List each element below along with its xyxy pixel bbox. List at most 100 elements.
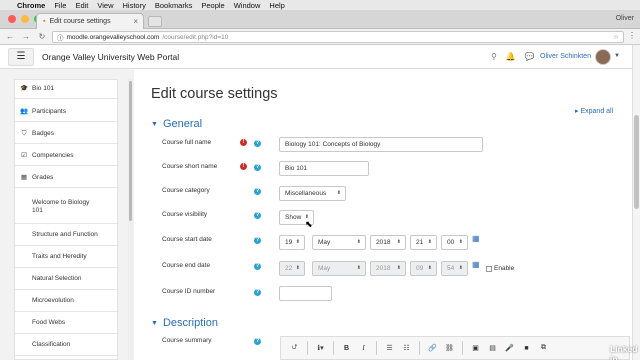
help-icon[interactable]: ?: [254, 263, 261, 270]
user-menu-name[interactable]: Oliver Schinkten: [540, 53, 591, 60]
end-minute-select[interactable]: 54 ⬍: [441, 261, 468, 276]
browser-toolbar: ← → ↻ ⓘ moodle.orangevalleyschool.com/co…: [0, 29, 640, 45]
site-name-link[interactable]: Orange Valley University Web Portal: [42, 52, 179, 62]
menu-edit[interactable]: Edit: [75, 1, 88, 10]
browser-tab[interactable]: ▪ Edit course settings ×: [36, 13, 144, 29]
site-navbar: ☰ Orange Valley University Web Portal ⚲ …: [0, 45, 632, 69]
general-section-toggle[interactable]: ▼ General: [151, 118, 202, 130]
italic-icon[interactable]: I: [356, 344, 371, 352]
sidebar-item-competencies[interactable]: ☑ Competencies: [15, 146, 119, 166]
end-month-select[interactable]: May ⬍: [312, 261, 366, 276]
info-icon[interactable]: ⓘ: [57, 32, 64, 42]
browser-menu-icon[interactable]: ⋮: [628, 31, 636, 40]
sidebar-item-label: Traits and Heredity: [32, 252, 87, 260]
page-favicon-icon: ▪: [43, 18, 46, 25]
menu-view[interactable]: View: [97, 1, 113, 10]
close-tab-icon[interactable]: ×: [133, 17, 138, 26]
video-icon[interactable]: ■: [519, 345, 534, 352]
sidebar-item-label: Food Webs: [32, 318, 66, 326]
help-icon[interactable]: ?: [254, 212, 261, 219]
image-icon[interactable]: ▣: [468, 344, 483, 352]
description-section-toggle[interactable]: ▼ Description: [151, 317, 218, 329]
sidebar-item-food-webs[interactable]: Food Webs: [15, 312, 119, 334]
sidebar-item-badges[interactable]: ⛉ Badges: [15, 124, 119, 144]
id-number-field[interactable]: [279, 286, 332, 301]
start-hour-select[interactable]: 21 ⬍: [410, 235, 437, 250]
numbered-list-icon[interactable]: ☷: [399, 344, 414, 352]
menu-window[interactable]: Window: [234, 1, 261, 10]
description-section-title: Description: [162, 317, 218, 329]
menu-file[interactable]: File: [54, 1, 66, 10]
sidebar-item-microevolution[interactable]: Microevolution: [15, 290, 119, 312]
select-arrows-icon: ⬍: [336, 190, 341, 196]
sidebar-item-structure[interactable]: Structure and Function: [15, 224, 119, 246]
end-year-select[interactable]: 2018 ⬍: [370, 261, 406, 276]
mouse-cursor-icon: ⬉: [305, 219, 313, 229]
short-name-field[interactable]: Bio 101: [279, 161, 369, 176]
page-scrollbar[interactable]: [632, 45, 640, 360]
sidebar-item-label: Grades: [32, 173, 54, 181]
menu-history[interactable]: History: [123, 1, 146, 10]
address-bar[interactable]: ⓘ moodle.orangevalleyschool.com/course/e…: [52, 31, 624, 43]
category-select[interactable]: Miscellaneous ⬍: [279, 186, 346, 201]
media-icon[interactable]: ▤: [485, 344, 500, 352]
sidebar-scrollbar[interactable]: [128, 79, 133, 360]
menu-bookmarks[interactable]: Bookmarks: [155, 1, 193, 10]
checkbox-icon[interactable]: [486, 265, 492, 272]
minimize-window-button[interactable]: [21, 15, 29, 23]
link-icon[interactable]: 🔗: [425, 344, 440, 352]
sidebar-item-label: Structure and Function: [32, 230, 98, 238]
sidebar-item-participants[interactable]: 👥 Participants: [15, 102, 119, 122]
sidebar-item-traits[interactable]: Traits and Heredity: [15, 246, 119, 268]
page-title: Edit course settings: [151, 86, 278, 102]
notifications-icon[interactable]: 🔔: [506, 52, 516, 61]
calendar-icon[interactable]: ▦: [472, 260, 480, 269]
messages-icon[interactable]: 💬: [525, 52, 535, 61]
start-year-select[interactable]: 2018 ⬍: [370, 235, 406, 250]
microphone-icon[interactable]: 🎤: [502, 344, 517, 352]
close-window-button[interactable]: [8, 15, 16, 23]
help-icon[interactable]: ?: [254, 164, 261, 171]
bookmark-star-icon[interactable]: ☆: [613, 33, 619, 41]
menu-help[interactable]: Help: [269, 1, 284, 10]
full-name-field[interactable]: Biology 101: Concepts of Biology: [279, 137, 483, 152]
page-scrollbar-thumb[interactable]: [634, 115, 639, 209]
paragraph-styles-icon[interactable]: ℹ▾: [313, 344, 328, 352]
sidebar-item-classification[interactable]: Classification: [15, 334, 119, 356]
chevron-down-icon[interactable]: ▼: [614, 53, 620, 59]
bold-icon[interactable]: B: [339, 345, 354, 352]
sidebar-item-natural-selection[interactable]: Natural Selection: [15, 268, 119, 290]
toolbar-toggle-icon[interactable]: ⮍: [287, 343, 302, 354]
bullet-list-icon[interactable]: ☰: [382, 344, 397, 352]
sidebar-item-course[interactable]: 🎓 Bio 101: [15, 80, 119, 99]
sidebar-item-grades[interactable]: ▦ Grades: [15, 168, 119, 188]
calendar-icon[interactable]: ▦: [472, 234, 480, 243]
end-day-select[interactable]: 22 ⬍: [279, 261, 305, 276]
menu-people[interactable]: People: [201, 1, 224, 10]
help-icon[interactable]: ?: [254, 338, 261, 345]
help-icon[interactable]: ?: [254, 237, 261, 244]
search-icon[interactable]: ⚲: [491, 52, 497, 61]
end-date-enable-checkbox[interactable]: Enable: [486, 265, 514, 272]
sidebar-scrollbar-thumb[interactable]: [129, 81, 132, 221]
drawer-toggle-button[interactable]: ☰: [8, 48, 34, 66]
browser-profile-name[interactable]: Oliver: [616, 15, 634, 22]
start-month-select[interactable]: May ⬍: [312, 235, 366, 250]
help-icon[interactable]: ?: [254, 140, 261, 147]
app-menu[interactable]: Chrome: [17, 1, 45, 10]
forward-icon[interactable]: →: [20, 32, 32, 41]
new-tab-button[interactable]: [148, 16, 162, 27]
unlink-icon[interactable]: ⛓: [442, 344, 457, 352]
sidebar-item-welcome[interactable]: Welcome to Biology 101: [15, 190, 119, 224]
start-day-select[interactable]: 19 ⬍: [279, 235, 305, 250]
end-hour-select[interactable]: 09 ⬍: [410, 261, 437, 276]
avatar[interactable]: [595, 49, 611, 65]
help-icon[interactable]: ?: [254, 188, 261, 195]
back-icon[interactable]: ←: [4, 32, 16, 41]
expand-all-link[interactable]: ▸ Expand all: [575, 107, 613, 115]
reload-icon[interactable]: ↻: [36, 32, 48, 41]
start-minute-select[interactable]: 00 ⬍: [441, 235, 468, 250]
category-label: Course category: [162, 187, 210, 194]
help-icon[interactable]: ?: [254, 289, 261, 296]
manage-files-icon[interactable]: ⧉: [536, 344, 551, 352]
